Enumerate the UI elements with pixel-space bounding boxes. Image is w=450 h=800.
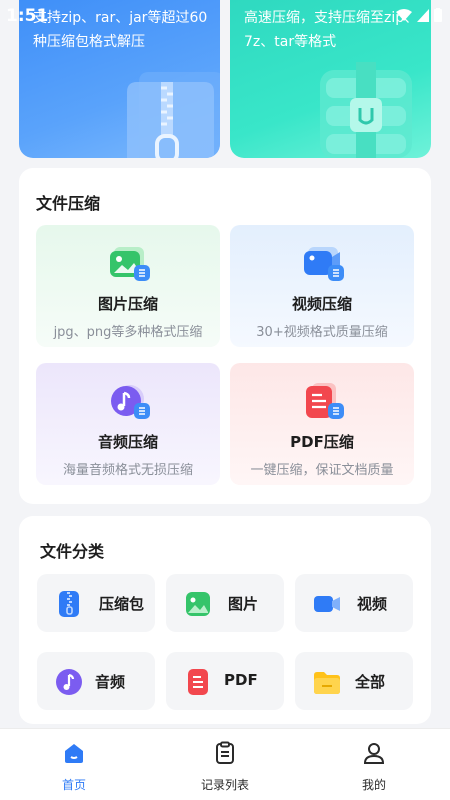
- category-audio-label: 音频: [95, 673, 126, 691]
- category-video[interactable]: 视频: [295, 574, 413, 632]
- category-video-label: 视频: [357, 595, 388, 613]
- battery-icon: [434, 8, 442, 22]
- status-icons: [396, 8, 442, 22]
- pdf-compress-tile[interactable]: PDF压缩 一键压缩，保证文档质量: [230, 363, 414, 485]
- category-all-label: 全部: [355, 673, 386, 691]
- archive-icon: [59, 591, 79, 617]
- category-archive[interactable]: 压缩包: [37, 574, 155, 632]
- nav-mine-label: 我的: [361, 778, 386, 792]
- wifi-icon: [396, 8, 412, 21]
- audio-icon: [56, 669, 82, 695]
- audio-compress-sub: 海量音频格式无损压缩: [62, 463, 193, 478]
- folder-icon: [314, 672, 340, 694]
- nav-home-label: 首页: [61, 778, 86, 792]
- file-category-card: 文件分类 压缩包 图片 视频 音频 PDF 全部: [19, 516, 431, 724]
- pdf-icon: [188, 669, 208, 695]
- nav-home[interactable]: 首页: [19, 729, 129, 800]
- nav-mine[interactable]: 我的: [319, 729, 429, 800]
- nav-records-label: 记录列表: [200, 778, 249, 792]
- image-compress-name: 图片压缩: [97, 295, 158, 313]
- file-compress-title: 文件压缩: [36, 194, 101, 213]
- file-compress-card: 文件压缩 图片压缩 jpg、png等多种格式压缩 视频压缩 30+视频格式质量压…: [19, 168, 431, 504]
- user-icon: [363, 743, 385, 764]
- status-time: 1:51: [6, 6, 49, 26]
- video-compress-name: 视频压缩: [291, 295, 352, 313]
- pdf-compress-sub: 一键压缩，保证文档质量: [250, 463, 394, 478]
- video-compress-sub: 30+视频格式质量压缩: [256, 325, 388, 340]
- video-compress-icon: [304, 247, 344, 281]
- nav-records[interactable]: 记录列表: [170, 729, 280, 800]
- category-audio[interactable]: 音频: [37, 652, 155, 710]
- audio-compress-name: 音频压缩: [97, 433, 158, 451]
- status-bar: 1:51: [0, 0, 450, 30]
- image-compress-tile[interactable]: 图片压缩 jpg、png等多种格式压缩: [36, 225, 220, 347]
- bottom-nav: 首页 记录列表 我的: [0, 728, 450, 800]
- signal-icon: [417, 8, 429, 22]
- pdf-compress-name: PDF压缩: [290, 433, 354, 451]
- category-image[interactable]: 图片: [166, 574, 284, 632]
- image-compress-sub: jpg、png等多种格式压缩: [53, 325, 203, 340]
- image-icon: [186, 592, 210, 616]
- zipper-archive-icon: [127, 72, 220, 158]
- home-icon: [65, 744, 83, 763]
- category-pdf[interactable]: PDF: [166, 652, 284, 710]
- package-archive-icon: [320, 62, 412, 158]
- image-compress-icon: [110, 247, 150, 281]
- category-all[interactable]: 全部: [295, 652, 413, 710]
- video-compress-tile[interactable]: 视频压缩 30+视频格式质量压缩: [230, 225, 414, 347]
- audio-compress-icon: [111, 385, 150, 419]
- file-category-title: 文件分类: [40, 542, 105, 561]
- category-image-label: 图片: [228, 595, 259, 613]
- category-pdf-label: PDF: [224, 671, 258, 689]
- category-archive-label: 压缩包: [99, 595, 145, 613]
- clipboard-icon: [216, 741, 234, 764]
- audio-compress-tile[interactable]: 音频压缩 海量音频格式无损压缩: [36, 363, 220, 485]
- video-icon: [314, 596, 340, 612]
- pdf-compress-icon: [306, 383, 344, 419]
